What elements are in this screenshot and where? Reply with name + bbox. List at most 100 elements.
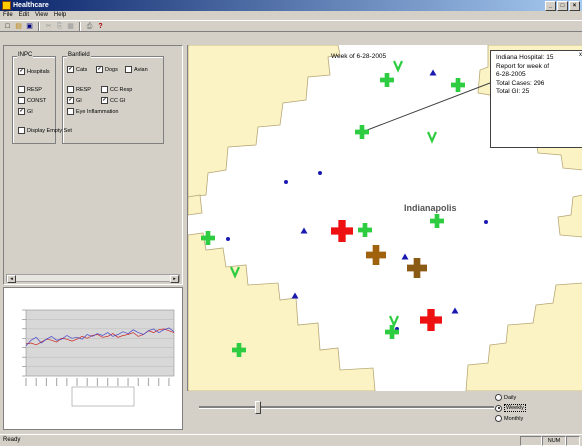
case-dot-marker[interactable] bbox=[484, 220, 488, 224]
status-text: Ready bbox=[3, 437, 21, 443]
minimize-button[interactable]: _ bbox=[545, 1, 556, 11]
case-dot-marker[interactable] bbox=[284, 180, 288, 184]
hospital-green-marker[interactable] bbox=[451, 78, 465, 92]
toolbar: □ ▤ ▣ ✂ ⎘ ▦ ⎙ ? bbox=[0, 20, 582, 32]
checkbox-resp[interactable]: RESP bbox=[18, 86, 42, 93]
case-dot-marker[interactable] bbox=[318, 171, 322, 175]
callout-line: Report for week of bbox=[496, 62, 550, 70]
checkbox-box[interactable]: ✓ bbox=[96, 66, 103, 73]
checkbox-label: Eye Inflammation bbox=[76, 108, 119, 115]
horizontal-scrollbar[interactable]: ◂ ▸ bbox=[6, 274, 180, 283]
county-region-se bbox=[465, 282, 582, 391]
checkbox-label: RESP bbox=[76, 86, 91, 93]
checkbox-dogs[interactable]: ✓ Dogs bbox=[96, 66, 118, 73]
filter-panel: INPC ✓ Hospitals RESP CONST ✓ GI Banfield … bbox=[3, 45, 183, 285]
checkbox-gi[interactable]: ✓ GI bbox=[18, 108, 33, 115]
case-triangle-marker[interactable] bbox=[300, 227, 308, 234]
radio-daily[interactable]: Daily bbox=[495, 394, 516, 401]
checkbox-label: Display Empty Set bbox=[27, 127, 72, 134]
checkbox-box[interactable]: ✓ bbox=[101, 97, 108, 104]
time-slider-thumb[interactable] bbox=[255, 401, 261, 414]
veterinary-v-marker[interactable] bbox=[426, 131, 438, 144]
checkbox-box[interactable] bbox=[18, 127, 25, 134]
checkbox-box[interactable]: ✓ bbox=[18, 68, 25, 75]
checkbox-label: GI bbox=[76, 97, 82, 104]
checkbox-box[interactable] bbox=[67, 108, 74, 115]
checkbox-const[interactable]: CONST bbox=[18, 97, 46, 104]
case-triangle-marker[interactable] bbox=[401, 253, 409, 260]
city-label: Indianapolis bbox=[404, 203, 457, 213]
save-icon[interactable]: ▣ bbox=[25, 22, 34, 31]
close-button[interactable]: × bbox=[569, 1, 580, 11]
checkbox-cc-gi[interactable]: ✓ CC GI bbox=[101, 97, 125, 104]
checkbox-label: CC GI bbox=[110, 97, 126, 104]
checkbox-eye-inflammation[interactable]: Eye Inflammation bbox=[67, 108, 119, 115]
checkbox-box[interactable] bbox=[125, 66, 132, 73]
checkbox-cats[interactable]: ✓ Cats bbox=[67, 66, 87, 73]
checkbox-label: CONST bbox=[27, 97, 47, 104]
callout-pointer-line bbox=[361, 82, 491, 133]
checkbox-box[interactable] bbox=[67, 86, 74, 93]
veterinary-v-marker[interactable] bbox=[388, 315, 400, 328]
radio-label: Monthly bbox=[504, 415, 524, 422]
veterinary-v-marker[interactable] bbox=[392, 60, 404, 73]
case-triangle-marker[interactable] bbox=[429, 69, 437, 76]
maximize-button[interactable]: □ bbox=[557, 1, 568, 11]
copy-icon[interactable]: ⎘ bbox=[55, 22, 64, 31]
trend-chart bbox=[22, 309, 175, 407]
hospital-green-marker[interactable] bbox=[430, 214, 444, 229]
hospital-green-marker[interactable] bbox=[355, 125, 369, 139]
checkbox-box[interactable] bbox=[101, 86, 108, 93]
case-dot-marker[interactable] bbox=[226, 237, 230, 241]
checkbox-banfield-resp[interactable]: RESP bbox=[67, 86, 91, 93]
window-title-bar: Healthcare _ □ × bbox=[0, 0, 582, 11]
scroll-right-icon[interactable]: ▸ bbox=[170, 275, 179, 283]
time-control-panel: Daily Weekly Monthly bbox=[187, 391, 582, 433]
radio-dot[interactable] bbox=[495, 404, 502, 412]
checkbox-box[interactable]: ✓ bbox=[67, 97, 74, 104]
county-region-sw bbox=[188, 232, 376, 391]
hospital-green-marker[interactable] bbox=[380, 73, 394, 87]
checkbox-box[interactable] bbox=[18, 97, 25, 104]
county-region-w-strip bbox=[188, 194, 203, 216]
map-view[interactable]: Week of 6-28-2005 Indianapolis x Indiana… bbox=[187, 45, 582, 391]
scroll-left-icon[interactable]: ◂ bbox=[7, 275, 16, 283]
menu-bar: File Edit View Help bbox=[0, 11, 582, 20]
checkbox-box[interactable] bbox=[18, 86, 25, 93]
checkbox-label: RESP bbox=[27, 86, 42, 93]
radio-dot[interactable] bbox=[495, 415, 502, 422]
menu-file[interactable]: File bbox=[3, 11, 13, 20]
radio-weekly[interactable]: Weekly bbox=[495, 404, 526, 412]
paste-icon[interactable]: ▦ bbox=[66, 22, 75, 31]
radio-monthly[interactable]: Monthly bbox=[495, 415, 523, 422]
open-icon[interactable]: ▤ bbox=[14, 22, 23, 31]
radio-dot[interactable] bbox=[495, 394, 502, 401]
checkbox-label: GI bbox=[27, 108, 33, 115]
menu-view[interactable]: View bbox=[35, 11, 48, 20]
time-slider-track[interactable] bbox=[199, 406, 494, 409]
hospital-brown-marker[interactable] bbox=[366, 245, 386, 265]
case-triangle-marker[interactable] bbox=[451, 307, 459, 314]
checkbox-banfield-gi[interactable]: ✓ GI bbox=[67, 97, 82, 104]
cut-icon[interactable]: ✂ bbox=[44, 22, 53, 31]
hospital-brown-marker[interactable] bbox=[407, 258, 427, 278]
checkbox-box[interactable]: ✓ bbox=[67, 66, 74, 73]
case-triangle-marker[interactable] bbox=[291, 292, 299, 299]
checkbox-box[interactable]: ✓ bbox=[18, 108, 25, 115]
county-region-e bbox=[557, 194, 582, 238]
callout-line: 6-28-2005 bbox=[496, 71, 526, 78]
checkbox-cc-resp[interactable]: CC Resp bbox=[101, 86, 132, 93]
hospital-green-marker[interactable] bbox=[358, 223, 372, 238]
menu-help[interactable]: Help bbox=[54, 11, 66, 20]
hospital-red-marker[interactable] bbox=[420, 309, 442, 332]
print-icon[interactable]: ⎙ bbox=[85, 22, 94, 31]
chart-legend bbox=[71, 386, 135, 407]
hospital-red-marker[interactable] bbox=[331, 220, 353, 242]
checkbox-display-empty-set[interactable]: Display Empty Set bbox=[18, 127, 72, 134]
help-icon[interactable]: ? bbox=[96, 22, 105, 31]
menu-edit[interactable]: Edit bbox=[19, 11, 29, 20]
new-icon[interactable]: □ bbox=[3, 22, 12, 31]
checkbox-hospitals[interactable]: ✓ Hospitals bbox=[18, 68, 50, 75]
checkbox-avian[interactable]: Avian bbox=[125, 66, 148, 73]
hospital-info-callout[interactable]: x Indiana Hospital: 15 Report for week o… bbox=[490, 50, 582, 148]
